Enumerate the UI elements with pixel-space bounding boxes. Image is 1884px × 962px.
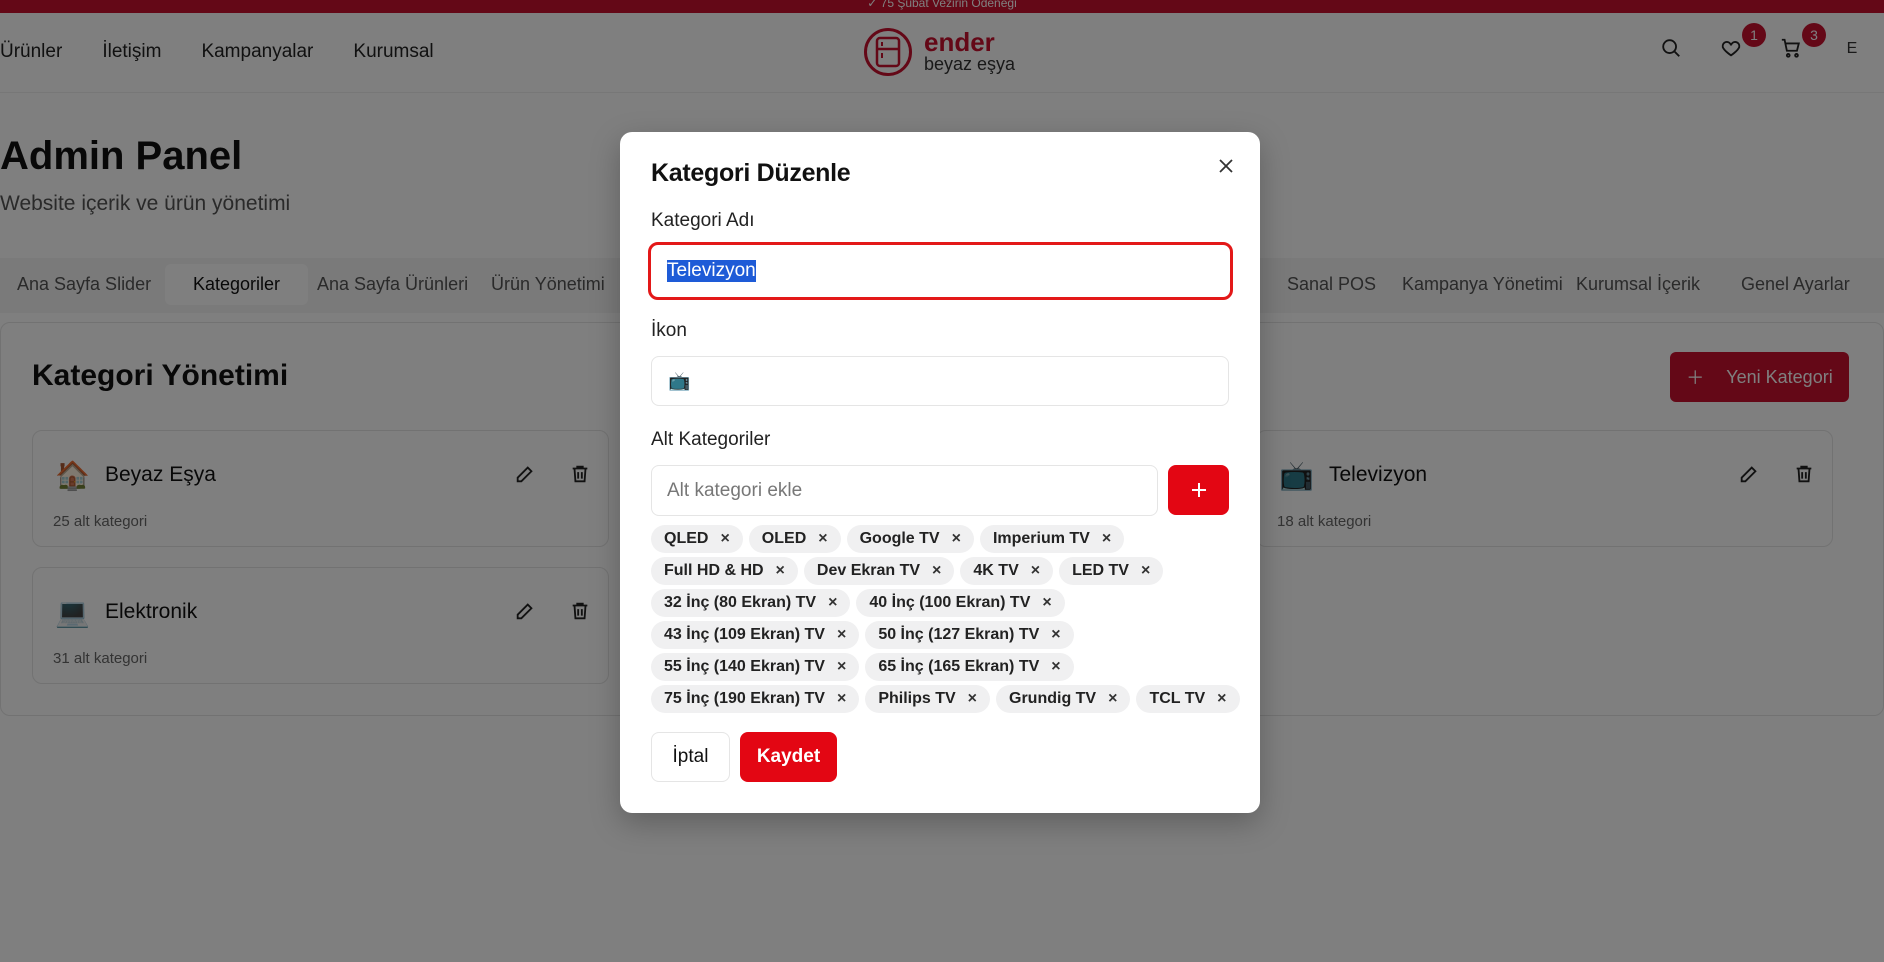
cancel-button[interactable]: İptal: [651, 732, 730, 782]
subcategories-label: Alt Kategoriler: [651, 429, 771, 450]
subcategory-chip-list: QLED × OLED × Google TV × Imperium TV × Full…: [651, 525, 1240, 717]
subcategory-chip: Imperium TV ×: [979, 525, 1125, 553]
category-name-label: Kategori Adı: [651, 210, 755, 231]
remove-chip-icon[interactable]: ×: [776, 562, 785, 580]
add-subcategory-button[interactable]: [1168, 465, 1229, 515]
remove-chip-icon[interactable]: ×: [837, 626, 846, 644]
remove-chip-icon[interactable]: ×: [1031, 562, 1040, 580]
chip-label: TCL TV: [1149, 690, 1206, 707]
icon-input[interactable]: 📺: [651, 356, 1229, 406]
remove-chip-icon[interactable]: ×: [1102, 530, 1111, 548]
plus-icon: [1191, 483, 1206, 497]
tv-icon: 📺: [668, 370, 691, 391]
subcategory-chip: Google TV ×: [846, 525, 974, 553]
subcategory-chip: LED TV ×: [1059, 557, 1164, 585]
subcategory-chip: 75 İnç (190 Ekran) TV ×: [651, 685, 860, 713]
icon-label: İkon: [651, 320, 687, 341]
subcategory-chip: 65 İnç (165 Ekran) TV ×: [865, 653, 1074, 681]
subcategory-chip: TCL TV ×: [1136, 685, 1240, 713]
chip-label: Philips TV: [878, 690, 956, 707]
chip-label: LED TV: [1072, 562, 1129, 579]
chip-label: 4K TV: [973, 562, 1019, 579]
subcategory-chip: Dev Ekran TV ×: [803, 557, 955, 585]
chip-label: 65 İnç (165 Ekran) TV: [878, 658, 1040, 675]
subcategory-chip: QLED ×: [651, 525, 743, 553]
chip-label: 43 İnç (109 Ekran) TV: [664, 626, 825, 643]
remove-chip-icon[interactable]: ×: [1217, 690, 1226, 708]
remove-chip-icon[interactable]: ×: [1108, 690, 1117, 708]
remove-chip-icon[interactable]: ×: [1042, 594, 1051, 612]
subcategory-chip: 4K TV ×: [960, 557, 1054, 585]
subcategory-chip: Grundig TV ×: [996, 685, 1131, 713]
subcategory-chip: Philips TV ×: [865, 685, 990, 713]
subcategory-chip: OLED ×: [748, 525, 841, 553]
chip-label: 55 İnç (140 Ekran) TV: [664, 658, 825, 675]
category-name-input[interactable]: Televizyon: [648, 242, 1233, 300]
remove-chip-icon[interactable]: ×: [837, 690, 846, 708]
remove-chip-icon[interactable]: ×: [932, 562, 941, 580]
chip-label: Grundig TV: [1009, 690, 1097, 707]
remove-chip-icon[interactable]: ×: [1051, 626, 1060, 644]
remove-chip-icon[interactable]: ×: [1051, 658, 1060, 676]
chip-label: 75 İnç (190 Ekran) TV: [664, 690, 825, 707]
subcategory-chip: 50 İnç (127 Ekran) TV ×: [865, 621, 1074, 649]
remove-chip-icon[interactable]: ×: [818, 530, 827, 548]
close-icon[interactable]: [1214, 154, 1238, 178]
subcategory-chip: 43 İnç (109 Ekran) TV ×: [651, 621, 860, 649]
edit-category-modal: Kategori Düzenle Kategori Adı Televizyon…: [620, 132, 1260, 813]
remove-chip-icon[interactable]: ×: [968, 690, 977, 708]
chip-label: 40 İnç (100 Ekran) TV: [869, 594, 1031, 611]
chip-label: Dev Ekran TV: [816, 562, 921, 579]
chip-label: 32 İnç (80 Ekran) TV: [664, 594, 817, 611]
remove-chip-icon[interactable]: ×: [1141, 562, 1150, 580]
chip-label: Imperium TV: [992, 530, 1090, 547]
subcategory-chip: 40 İnç (100 Ekran) TV ×: [856, 589, 1065, 617]
subcategory-chip: Full HD & HD ×: [651, 557, 798, 585]
chip-label: 50 İnç (127 Ekran) TV: [878, 626, 1040, 643]
modal-title: Kategori Düzenle: [651, 159, 851, 187]
subcategory-chip: 55 İnç (140 Ekran) TV ×: [651, 653, 860, 681]
remove-chip-icon[interactable]: ×: [828, 594, 837, 612]
subcategory-input[interactable]: [651, 465, 1158, 516]
remove-chip-icon[interactable]: ×: [720, 530, 729, 548]
chip-label: Google TV: [859, 530, 940, 547]
subcategory-chip: 32 İnç (80 Ekran) TV ×: [651, 589, 851, 617]
save-button[interactable]: Kaydet: [740, 732, 837, 782]
category-name-value: Televizyon: [667, 260, 756, 282]
chip-label: QLED: [664, 530, 709, 547]
chip-label: OLED: [761, 530, 807, 547]
chip-label: Full HD & HD: [664, 562, 764, 579]
remove-chip-icon[interactable]: ×: [952, 530, 961, 548]
remove-chip-icon[interactable]: ×: [837, 658, 846, 676]
